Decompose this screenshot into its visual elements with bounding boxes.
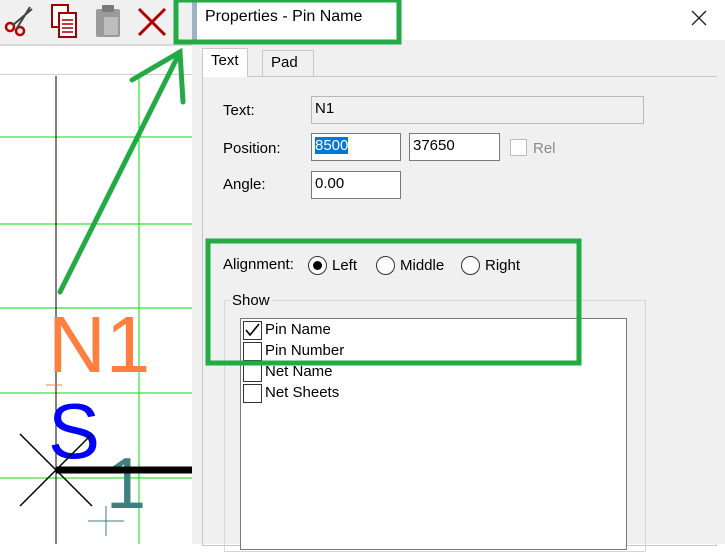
align-middle-radio[interactable] <box>376 256 395 275</box>
ruler-divider <box>0 74 194 75</box>
pin-name-option[interactable]: Pin Name <box>265 321 331 338</box>
list-item[interactable]: Net Sheets <box>241 383 626 404</box>
position-y-field[interactable]: 37650 <box>409 133 500 161</box>
radio-selected-dot <box>313 261 322 270</box>
title-bar-edge <box>192 0 197 40</box>
title-bar[interactable]: Properties - Pin Name <box>192 0 725 40</box>
scissors-icon[interactable] <box>2 3 34 39</box>
align-right-radio[interactable] <box>461 256 480 275</box>
rel-checkbox[interactable] <box>510 139 527 156</box>
pin-name-text[interactable]: N1 <box>48 300 150 389</box>
tab-pad[interactable]: Pad <box>262 50 314 77</box>
align-left-label[interactable]: Left <box>332 257 357 274</box>
dialog-title: Properties - Pin Name <box>205 8 363 25</box>
text-field[interactable]: N1 <box>311 96 644 124</box>
schematic-canvas[interactable]: N1 S 1 <box>0 0 194 544</box>
net-sheets-checkbox[interactable] <box>243 384 262 403</box>
show-label: Show <box>230 292 272 309</box>
pin-number-option[interactable]: Pin Number <box>265 342 344 359</box>
list-item[interactable]: Net Name <box>241 362 626 383</box>
paste-icon[interactable] <box>92 3 124 39</box>
rel-label: Rel <box>533 140 556 157</box>
pin-number-checkbox[interactable] <box>243 342 262 361</box>
text-label: Text: <box>223 102 255 119</box>
tab-text[interactable]: Text <box>202 48 248 77</box>
net-name-option[interactable]: Net Name <box>265 363 333 380</box>
position-x-value: 8500 <box>315 137 349 154</box>
delete-icon[interactable] <box>136 3 168 39</box>
net-name-checkbox[interactable] <box>243 363 262 382</box>
net-sheets-option[interactable]: Net Sheets <box>265 384 339 401</box>
pin-name-checkbox[interactable] <box>243 321 262 340</box>
angle-field[interactable]: 0.00 <box>311 171 401 199</box>
align-right-label[interactable]: Right <box>485 257 520 274</box>
align-left-radio[interactable] <box>308 256 327 275</box>
angle-label: Angle: <box>223 176 266 193</box>
list-item[interactable]: Pin Number <box>241 341 626 362</box>
alignment-label: Alignment: <box>223 256 294 273</box>
position-label: Position: <box>223 140 281 157</box>
schematic-drawing: N1 S 1 <box>0 76 194 544</box>
toolbar-divider <box>0 44 194 46</box>
copy-icon[interactable] <box>48 3 80 39</box>
net-name-text[interactable]: 1 <box>106 444 146 524</box>
position-x-field[interactable]: 8500 <box>311 133 401 161</box>
show-list[interactable]: Pin Name Pin Number Net Name Net Sheets <box>240 318 627 550</box>
list-item[interactable]: Pin Name <box>241 320 626 341</box>
toolbar <box>0 0 194 44</box>
align-middle-label[interactable]: Middle <box>400 257 444 274</box>
pin-number-text[interactable]: S <box>48 387 100 475</box>
check-icon <box>245 323 260 337</box>
close-icon[interactable] <box>687 6 711 30</box>
